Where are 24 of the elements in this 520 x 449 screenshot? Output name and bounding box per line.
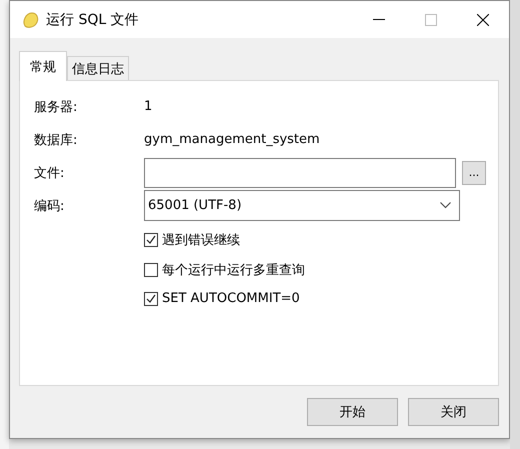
file-input[interactable] bbox=[144, 158, 456, 188]
dialog-button[interactable]: 关闭 bbox=[408, 398, 499, 426]
minimize-icon[interactable] bbox=[373, 18, 385, 20]
checkbox-label[interactable]: 每个运行中运行多重查询 bbox=[162, 261, 305, 279]
checkbox-label[interactable]: 遇到错误继续 bbox=[162, 231, 240, 249]
close-icon[interactable] bbox=[477, 14, 489, 26]
window-title: 运行 SQL 文件 bbox=[46, 10, 139, 28]
checkbox[interactable] bbox=[144, 292, 158, 306]
checkbox[interactable] bbox=[144, 263, 158, 277]
checkbox-label[interactable]: SET AUTOCOMMIT=0 bbox=[162, 291, 300, 306]
encoding-dropdown[interactable]: 65001 (UTF-8) bbox=[144, 190, 460, 221]
chevron-icon bbox=[440, 202, 451, 209]
browse-button[interactable]: ... bbox=[462, 160, 486, 184]
field-label: 服务器: bbox=[34, 98, 78, 116]
field-value: gym_management_system bbox=[144, 132, 320, 147]
app-icon bbox=[22, 10, 40, 28]
tab[interactable]: 常规 bbox=[19, 51, 67, 81]
dialog-button[interactable]: 开始 bbox=[307, 398, 398, 426]
field-value: 1 bbox=[144, 99, 152, 114]
tab[interactable]: 信息日志 bbox=[67, 56, 129, 80]
field-label: 数据库: bbox=[34, 132, 78, 148]
field-label: 文件: bbox=[34, 164, 66, 182]
checkbox[interactable] bbox=[144, 233, 158, 247]
field-label: 编码: bbox=[34, 198, 66, 214]
